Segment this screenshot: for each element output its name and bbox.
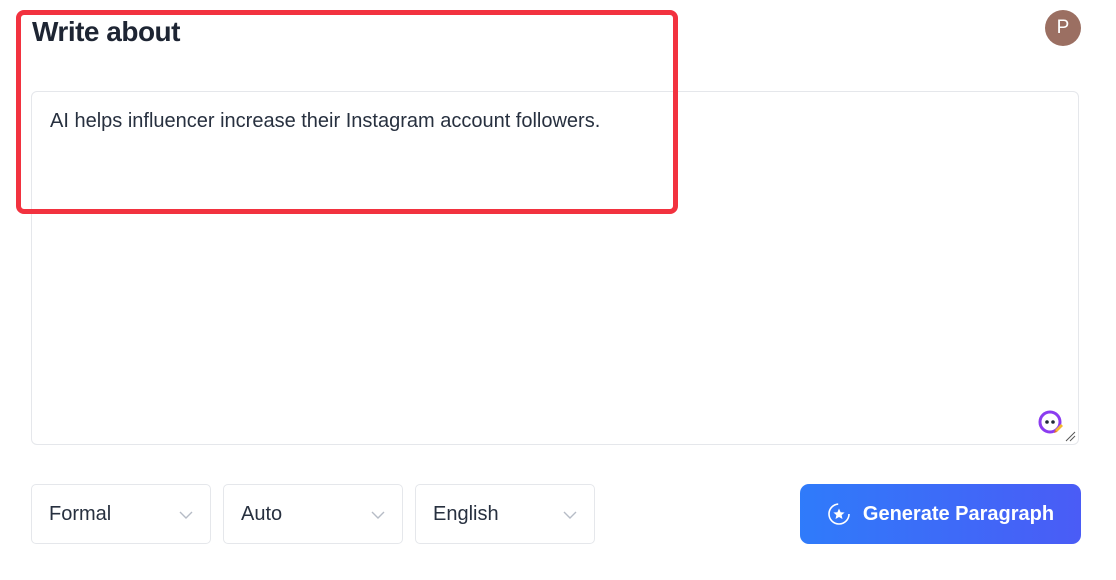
chevron-down-icon	[179, 511, 193, 519]
tone-select[interactable]: Formal	[31, 484, 211, 544]
avatar[interactable]: P	[1045, 10, 1081, 46]
resize-handle-icon[interactable]	[1064, 430, 1076, 442]
topic-text: AI helps influencer increase their Insta…	[50, 110, 601, 132]
chevron-down-icon	[563, 511, 577, 519]
tone-select-value: Formal	[49, 502, 112, 525]
generate-paragraph-label: Generate Paragraph	[862, 502, 1055, 525]
generate-paragraph-button[interactable]: Generate Paragraph	[800, 484, 1081, 544]
length-select[interactable]: Auto	[223, 484, 403, 544]
chevron-down-icon	[371, 511, 385, 519]
writing-assistant-icon[interactable]	[1038, 410, 1064, 436]
avatar-initial: P	[1056, 17, 1070, 38]
write-about-page: Write about P AI helps influencer increa…	[0, 0, 1116, 580]
language-select[interactable]: English	[415, 484, 595, 544]
page-title: Write about	[32, 16, 180, 47]
language-select-value: English	[433, 502, 499, 525]
topic-textarea[interactable]: AI helps influencer increase their Insta…	[31, 91, 1079, 445]
length-select-value: Auto	[241, 502, 283, 525]
sparkle-star-icon	[828, 503, 850, 525]
